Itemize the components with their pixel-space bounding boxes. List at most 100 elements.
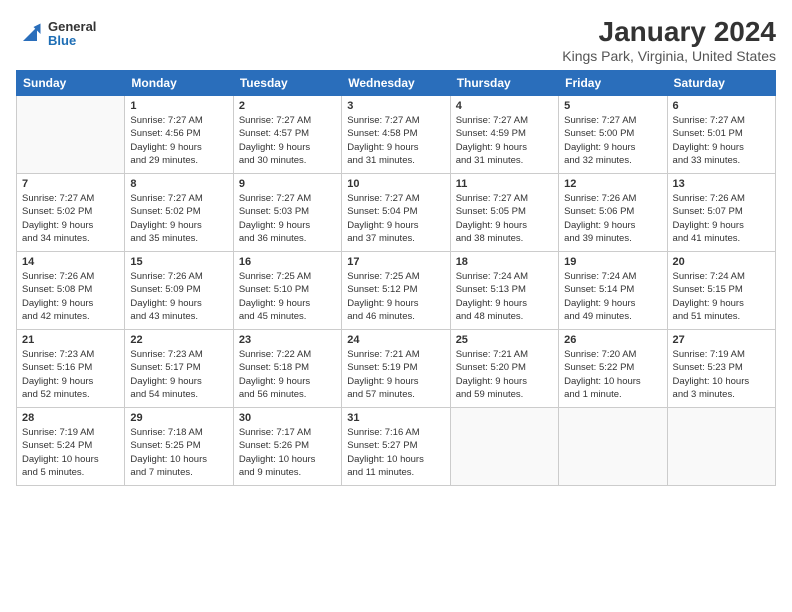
day-number: 20 bbox=[673, 256, 770, 268]
day-info: Sunrise: 7:25 AMSunset: 5:10 PMDaylight:… bbox=[239, 270, 336, 323]
calendar-cell: 12 Sunrise: 7:26 AMSunset: 5:06 PMDayligh… bbox=[559, 174, 667, 252]
day-number: 6 bbox=[673, 100, 770, 112]
day-info: Sunrise: 7:19 AMSunset: 5:24 PMDaylight:… bbox=[22, 426, 119, 479]
day-info: Sunrise: 7:20 AMSunset: 5:22 PMDaylight:… bbox=[564, 348, 661, 401]
day-number: 9 bbox=[239, 178, 336, 190]
weekday-header-tuesday: Tuesday bbox=[233, 71, 341, 96]
day-number: 27 bbox=[673, 334, 770, 346]
weekday-header-saturday: Saturday bbox=[667, 71, 775, 96]
weekday-header-friday: Friday bbox=[559, 71, 667, 96]
calendar-cell: 7 Sunrise: 7:27 AMSunset: 5:02 PMDaylight… bbox=[17, 174, 125, 252]
calendar-cell: 25 Sunrise: 7:21 AMSunset: 5:20 PMDayligh… bbox=[450, 330, 558, 408]
day-info: Sunrise: 7:26 AMSunset: 5:09 PMDaylight:… bbox=[130, 270, 227, 323]
day-info: Sunrise: 7:27 AMSunset: 5:02 PMDaylight:… bbox=[130, 192, 227, 245]
day-number: 13 bbox=[673, 178, 770, 190]
day-info: Sunrise: 7:18 AMSunset: 5:25 PMDaylight:… bbox=[130, 426, 227, 479]
day-number: 7 bbox=[22, 178, 119, 190]
day-info: Sunrise: 7:27 AMSunset: 5:02 PMDaylight:… bbox=[22, 192, 119, 245]
calendar-cell: 2 Sunrise: 7:27 AMSunset: 4:57 PMDaylight… bbox=[233, 96, 341, 174]
calendar-cell: 4 Sunrise: 7:27 AMSunset: 4:59 PMDaylight… bbox=[450, 96, 558, 174]
day-info: Sunrise: 7:27 AMSunset: 5:00 PMDaylight:… bbox=[564, 114, 661, 167]
calendar-cell: 23Sunrise: 7:22 AMSunset: 5:18 PMDayligh… bbox=[233, 330, 341, 408]
calendar-cell bbox=[17, 96, 125, 174]
weekday-header-row: SundayMondayTuesdayWednesdayThursdayFrid… bbox=[17, 71, 776, 96]
subtitle: Kings Park, Virginia, United States bbox=[562, 48, 776, 64]
day-info: Sunrise: 7:25 AMSunset: 5:12 PMDaylight:… bbox=[347, 270, 444, 323]
week-row-4: 21 Sunrise: 7:23 AMSunset: 5:16 PMDayligh… bbox=[17, 330, 776, 408]
day-number: 23 bbox=[239, 334, 336, 346]
day-info: Sunrise: 7:19 AMSunset: 5:23 PMDaylight:… bbox=[673, 348, 770, 401]
day-info: Sunrise: 7:27 AMSunset: 5:01 PMDaylight:… bbox=[673, 114, 770, 167]
calendar-cell: 13 Sunrise: 7:26 AMSunset: 5:07 PMDayligh… bbox=[667, 174, 775, 252]
day-info: Sunrise: 7:24 AMSunset: 5:14 PMDaylight:… bbox=[564, 270, 661, 323]
title-block: January 2024 Kings Park, Virginia, Unite… bbox=[562, 16, 776, 64]
header: General Blue January 2024 Kings Park, Vi… bbox=[16, 16, 776, 64]
calendar-cell: 6 Sunrise: 7:27 AMSunset: 5:01 PMDaylight… bbox=[667, 96, 775, 174]
calendar-cell: 22 Sunrise: 7:23 AMSunset: 5:17 PMDayligh… bbox=[125, 330, 233, 408]
calendar-cell: 16 Sunrise: 7:25 AMSunset: 5:10 PMDayligh… bbox=[233, 252, 341, 330]
calendar-cell: 15 Sunrise: 7:26 AMSunset: 5:09 PMDayligh… bbox=[125, 252, 233, 330]
calendar-cell: 10 Sunrise: 7:27 AMSunset: 5:04 PMDayligh… bbox=[342, 174, 450, 252]
day-number: 8 bbox=[130, 178, 227, 190]
day-number: 30 bbox=[239, 412, 336, 424]
day-number: 18 bbox=[456, 256, 553, 268]
calendar-cell: 18Sunrise: 7:24 AMSunset: 5:13 PMDayligh… bbox=[450, 252, 558, 330]
day-info: Sunrise: 7:27 AMSunset: 5:03 PMDaylight:… bbox=[239, 192, 336, 245]
day-number: 16 bbox=[239, 256, 336, 268]
calendar-cell: 14Sunrise: 7:26 AMSunset: 5:08 PMDayligh… bbox=[17, 252, 125, 330]
page-container: General Blue January 2024 Kings Park, Vi… bbox=[0, 0, 792, 612]
day-info: Sunrise: 7:16 AMSunset: 5:27 PMDaylight:… bbox=[347, 426, 444, 479]
day-number: 17 bbox=[347, 256, 444, 268]
calendar-cell: 9 Sunrise: 7:27 AMSunset: 5:03 PMDaylight… bbox=[233, 174, 341, 252]
day-info: Sunrise: 7:27 AMSunset: 4:57 PMDaylight:… bbox=[239, 114, 336, 167]
day-info: Sunrise: 7:17 AMSunset: 5:26 PMDaylight:… bbox=[239, 426, 336, 479]
week-row-5: 28Sunrise: 7:19 AMSunset: 5:24 PMDayligh… bbox=[17, 408, 776, 486]
calendar-cell: 21 Sunrise: 7:23 AMSunset: 5:16 PMDayligh… bbox=[17, 330, 125, 408]
day-info: Sunrise: 7:27 AMSunset: 5:04 PMDaylight:… bbox=[347, 192, 444, 245]
day-info: Sunrise: 7:27 AMSunset: 4:56 PMDaylight:… bbox=[130, 114, 227, 167]
logo: General Blue bbox=[16, 20, 96, 49]
calendar-cell: 3Sunrise: 7:27 AMSunset: 4:58 PMDaylight… bbox=[342, 96, 450, 174]
day-number: 31 bbox=[347, 412, 444, 424]
logo-blue-text: Blue bbox=[48, 34, 96, 48]
main-title: January 2024 bbox=[562, 16, 776, 48]
calendar-cell: 20Sunrise: 7:24 AMSunset: 5:15 PMDayligh… bbox=[667, 252, 775, 330]
calendar-cell: 5Sunrise: 7:27 AMSunset: 5:00 PMDaylight… bbox=[559, 96, 667, 174]
weekday-header-sunday: Sunday bbox=[17, 71, 125, 96]
day-number: 4 bbox=[456, 100, 553, 112]
day-info: Sunrise: 7:21 AMSunset: 5:20 PMDaylight:… bbox=[456, 348, 553, 401]
day-number: 15 bbox=[130, 256, 227, 268]
calendar-cell: 8 Sunrise: 7:27 AMSunset: 5:02 PMDaylight… bbox=[125, 174, 233, 252]
logo-icon bbox=[16, 20, 44, 48]
day-info: Sunrise: 7:23 AMSunset: 5:16 PMDaylight:… bbox=[22, 348, 119, 401]
day-number: 12 bbox=[564, 178, 661, 190]
day-number: 10 bbox=[347, 178, 444, 190]
day-number: 1 bbox=[130, 100, 227, 112]
week-row-2: 7 Sunrise: 7:27 AMSunset: 5:02 PMDaylight… bbox=[17, 174, 776, 252]
day-number: 29 bbox=[130, 412, 227, 424]
calendar-cell bbox=[450, 408, 558, 486]
day-info: Sunrise: 7:27 AMSunset: 5:05 PMDaylight:… bbox=[456, 192, 553, 245]
day-number: 26 bbox=[564, 334, 661, 346]
calendar-cell: 28Sunrise: 7:19 AMSunset: 5:24 PMDayligh… bbox=[17, 408, 125, 486]
day-number: 2 bbox=[239, 100, 336, 112]
day-number: 25 bbox=[456, 334, 553, 346]
calendar-cell: 30 Sunrise: 7:17 AMSunset: 5:26 PMDayligh… bbox=[233, 408, 341, 486]
day-info: Sunrise: 7:27 AMSunset: 4:59 PMDaylight:… bbox=[456, 114, 553, 167]
day-number: 21 bbox=[22, 334, 119, 346]
day-info: Sunrise: 7:26 AMSunset: 5:08 PMDaylight:… bbox=[22, 270, 119, 323]
day-info: Sunrise: 7:26 AMSunset: 5:06 PMDaylight:… bbox=[564, 192, 661, 245]
calendar-cell: 1 Sunrise: 7:27 AMSunset: 4:56 PMDaylight… bbox=[125, 96, 233, 174]
day-info: Sunrise: 7:27 AMSunset: 4:58 PMDaylight:… bbox=[347, 114, 444, 167]
day-info: Sunrise: 7:26 AMSunset: 5:07 PMDaylight:… bbox=[673, 192, 770, 245]
day-number: 22 bbox=[130, 334, 227, 346]
day-info: Sunrise: 7:23 AMSunset: 5:17 PMDaylight:… bbox=[130, 348, 227, 401]
day-number: 19 bbox=[564, 256, 661, 268]
day-number: 11 bbox=[456, 178, 553, 190]
week-row-1: 1 Sunrise: 7:27 AMSunset: 4:56 PMDaylight… bbox=[17, 96, 776, 174]
calendar-cell: 27 Sunrise: 7:19 AMSunset: 5:23 PMDayligh… bbox=[667, 330, 775, 408]
calendar-cell: 11 Sunrise: 7:27 AMSunset: 5:05 PMDayligh… bbox=[450, 174, 558, 252]
logo-general-text: General bbox=[48, 20, 96, 34]
weekday-header-monday: Monday bbox=[125, 71, 233, 96]
weekday-header-thursday: Thursday bbox=[450, 71, 558, 96]
